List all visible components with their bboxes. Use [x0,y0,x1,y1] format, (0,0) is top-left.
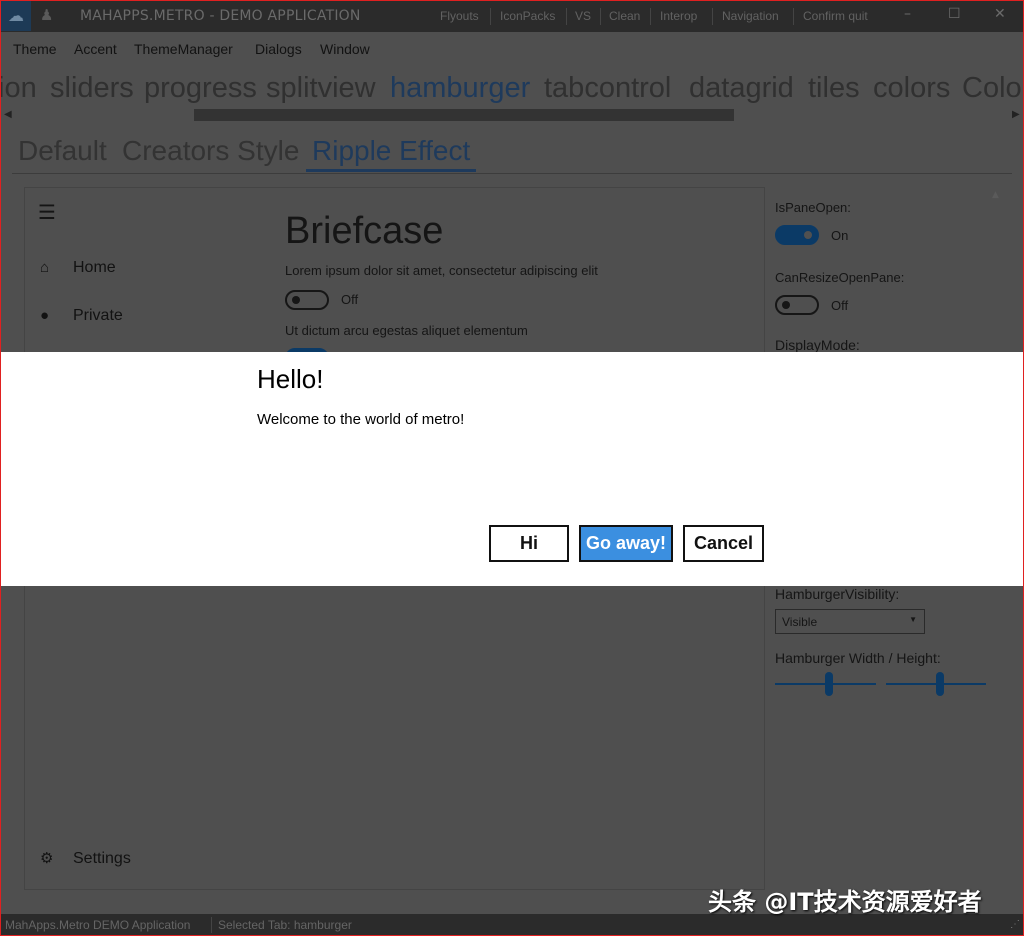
user-icon: ● [40,307,50,324]
subtab-default[interactable]: Default [18,135,107,167]
vs-button[interactable]: VS [575,9,591,23]
can-resize-value: Off [831,298,849,313]
hamburger-toggle-icon[interactable]: ☰ [38,200,56,224]
divider [793,8,794,25]
subtab-ripple-effect[interactable]: Ripple Effect [312,135,470,167]
display-mode-label: DisplayMode: [775,337,860,353]
navigation-button[interactable]: Navigation [722,9,779,23]
divider [211,917,212,933]
cancel-button[interactable]: Cancel [683,525,764,562]
maximize-icon[interactable]: ☐ [948,6,961,22]
app-logo-icon: ☁ [1,1,31,31]
gear-icon: ⚙ [40,850,54,867]
can-resize-label: CanResizeOpenPane: [775,270,905,285]
hi-button[interactable]: Hi [489,525,569,562]
status-selected-tab: Selected Tab: hamburger [218,918,352,932]
resize-grip-icon[interactable]: ⋰ [1010,919,1020,930]
divider [600,8,601,25]
chevron-down-icon: ▼ [909,615,917,624]
tabs-scrollbar-thumb[interactable] [194,109,734,121]
watermark: 头条 @IT技术资源爱好者 [708,888,982,916]
is-pane-open-label: IsPaneOpen: [775,200,851,215]
divider [650,8,651,25]
status-bar: MahApps.Metro DEMO Application Selected … [0,914,1024,936]
tab-colors[interactable]: colors [873,72,950,105]
width-slider-thumb[interactable] [825,672,833,696]
tab-colorpicker[interactable]: Colo [962,72,1022,105]
dialog-message: Welcome to the world of metro! [257,411,465,428]
status-app-name: MahApps.Metro DEMO Application [5,918,191,932]
is-pane-open-value: On [831,228,849,243]
visibility-dropdown[interactable]: Visible ▼ [775,609,925,634]
close-icon[interactable]: ✕ [994,6,1006,22]
is-pane-open-toggle[interactable] [775,225,819,245]
confirm-quit-button[interactable]: Confirm quit [803,9,868,23]
content-toggle-1[interactable] [285,290,329,310]
tab-tabcontrol[interactable]: tabcontrol [544,72,671,105]
tab-progress[interactable]: progress [144,72,257,105]
menu-theme[interactable]: Theme [13,41,57,57]
nav-item-settings[interactable]: ⚙ Settings [40,849,131,868]
message-dialog: Hello! Welcome to the world of metro! Hi… [0,352,1024,586]
flyouts-button[interactable]: Flyouts [440,9,479,23]
window-title: MAHAPPS.METRO - DEMO APPLICATION [80,8,361,24]
github-icon[interactable]: ♟ [40,6,53,24]
content-title: Briefcase [285,210,444,252]
size-label: Hamburger Width / Height: [775,650,941,666]
tab-datagrid[interactable]: datagrid [689,72,794,105]
scroll-left-icon[interactable]: ◀ [4,109,12,120]
divider [566,8,567,25]
subtab-creators-style[interactable]: Creators Style [122,135,299,167]
menu-thememanager[interactable]: ThemeManager [134,41,233,57]
menu-dialogs[interactable]: Dialogs [255,41,302,57]
content-line-1: Lorem ipsum dolor sit amet, consectetur … [285,263,598,278]
clean-button[interactable]: Clean [609,9,640,23]
menu-accent[interactable]: Accent [74,41,117,57]
can-resize-toggle[interactable] [775,295,819,315]
home-icon: ⌂ [40,259,50,276]
tab-tiles[interactable]: tiles [808,72,860,105]
title-bar: ☁ ♟ MAHAPPS.METRO - DEMO APPLICATION Fly… [0,0,1024,32]
divider [490,8,491,25]
scroll-right-icon[interactable]: ▶ [1012,109,1020,120]
nav-item-home[interactable]: ⌂ Home [40,259,116,277]
go-away-button[interactable]: Go away! [579,525,673,562]
tab-sliders[interactable]: sliders [50,72,134,105]
iconpacks-button[interactable]: IconPacks [500,9,555,23]
minimize-icon[interactable]: – [904,6,911,22]
visibility-label: HamburgerVisibility: [775,586,900,602]
height-slider-thumb[interactable] [936,672,944,696]
dialog-title: Hello! [257,364,324,394]
scroll-up-icon[interactable]: ▲ [992,190,999,200]
interop-button[interactable]: Interop [660,9,697,23]
content-toggle-1-label: Off [341,292,359,307]
divider [712,8,713,25]
tab-splitview[interactable]: splitview [266,72,376,105]
nav-item-private[interactable]: ● Private [40,307,123,325]
content-line-2: Ut dictum arcu egestas aliquet elementum [285,323,528,338]
tab-ion[interactable]: ion [0,72,37,105]
divider [12,173,1012,174]
menu-window[interactable]: Window [320,41,370,57]
subtab-underline [306,169,476,172]
tab-hamburger[interactable]: hamburger [390,72,530,105]
